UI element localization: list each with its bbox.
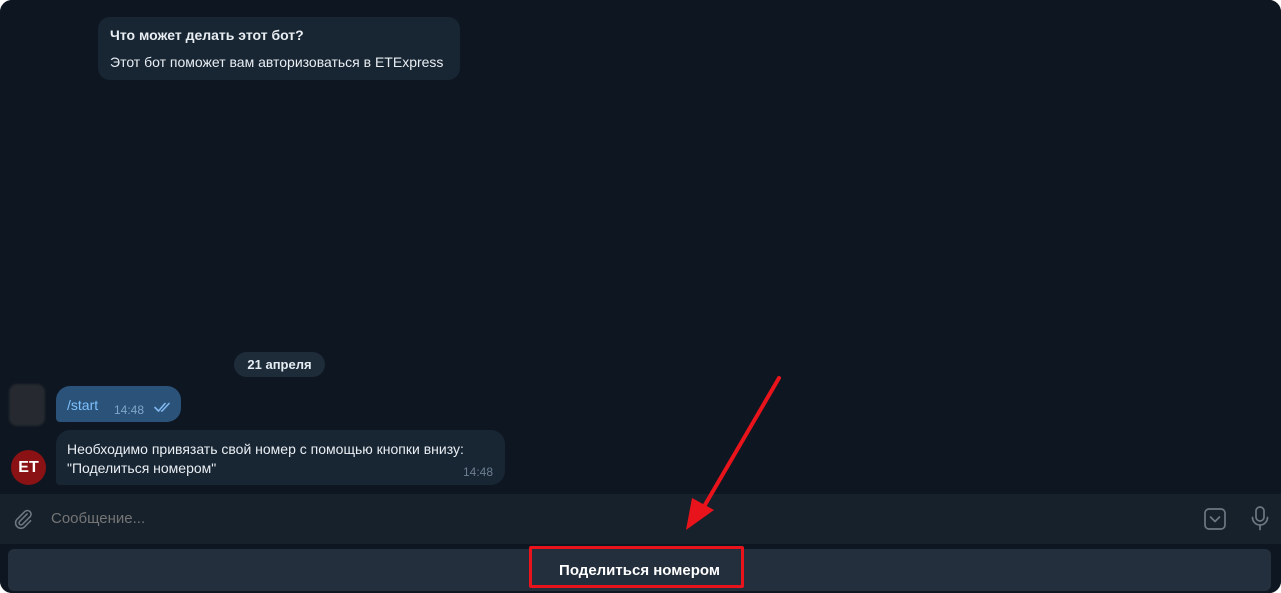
message-time: 14:48	[463, 465, 494, 479]
telegram-chat-window: Что может делать этот бот? Этот бот помо…	[0, 0, 1281, 593]
share-number-label: Поделиться номером	[559, 562, 720, 579]
message-list: Что может делать этот бот? Этот бот помо…	[0, 0, 1281, 494]
paperclip-icon[interactable]	[12, 508, 34, 530]
bot-info-description: Этот бот поможет вам авторизоваться в ET…	[110, 54, 444, 70]
message-time: 14:48	[114, 403, 145, 417]
bot-info-card: Что может делать этот бот? Этот бот помо…	[98, 17, 460, 80]
message-input[interactable]	[51, 510, 1171, 527]
message-text-line1: Необходимо привязать свой номер с помощь…	[67, 441, 464, 457]
user-avatar[interactable]	[9, 384, 45, 426]
microphone-icon[interactable]	[1249, 505, 1271, 532]
double-check-icon	[154, 402, 170, 412]
message-text-line2: "Поделиться номером"	[67, 460, 217, 476]
date-separator: 21 апреля	[234, 352, 325, 377]
keyboard-icon[interactable]	[1203, 507, 1227, 531]
outgoing-message[interactable]: /start 14:48	[56, 386, 181, 422]
bot-info-title: Что может делать этот бот?	[110, 27, 304, 43]
message-text[interactable]: /start	[67, 397, 98, 413]
share-number-button[interactable]: Поделиться номером	[8, 549, 1271, 591]
bot-avatar[interactable]: ET	[11, 450, 46, 485]
incoming-message[interactable]: Необходимо привязать свой номер с помощь…	[56, 430, 505, 485]
reply-keyboard: Поделиться номером	[0, 544, 1281, 593]
message-composer	[0, 494, 1281, 544]
